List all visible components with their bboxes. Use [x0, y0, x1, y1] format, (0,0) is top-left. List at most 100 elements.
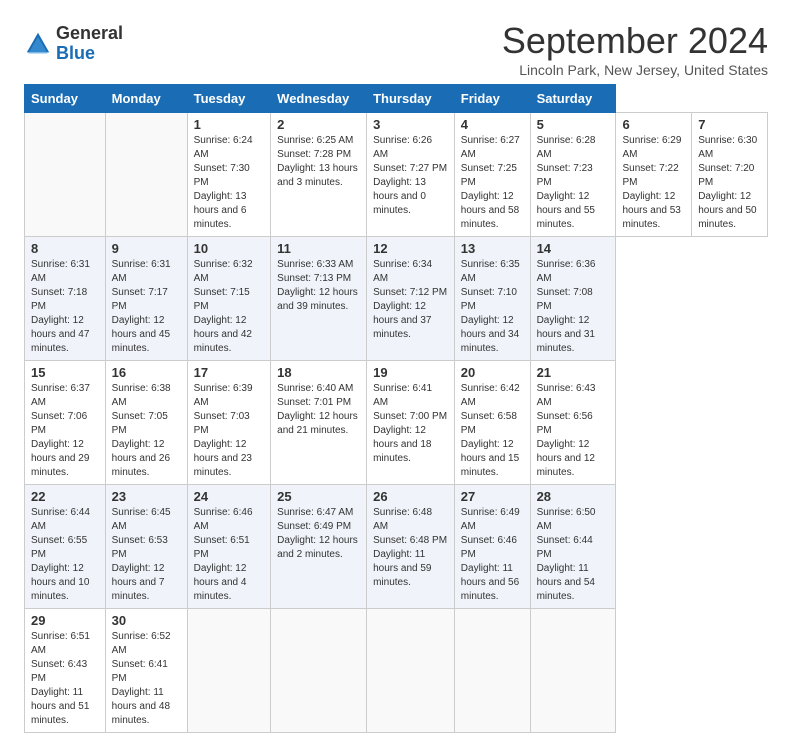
calendar-cell: 16 Sunrise: 6:38 AM Sunset: 7:05 PM Dayl… [105, 361, 187, 485]
day-info: Sunrise: 6:49 AM Sunset: 6:46 PM Dayligh… [461, 506, 524, 604]
day-number: 21 [537, 365, 610, 380]
calendar-cell: 14 Sunrise: 6:36 AM Sunset: 7:08 PM Dayl… [530, 237, 616, 361]
calendar-cell [271, 609, 367, 733]
day-info: Sunrise: 6:31 AM Sunset: 7:18 PM Dayligh… [31, 258, 99, 356]
day-info: Sunrise: 6:36 AM Sunset: 7:08 PM Dayligh… [537, 258, 610, 356]
day-number: 4 [461, 117, 524, 132]
calendar-cell: 26 Sunrise: 6:48 AM Sunset: 6:48 PM Dayl… [367, 485, 455, 609]
calendar-cell [530, 609, 616, 733]
weekday-header-tuesday: Tuesday [187, 85, 271, 113]
day-number: 23 [112, 489, 181, 504]
day-info: Sunrise: 6:47 AM Sunset: 6:49 PM Dayligh… [277, 506, 360, 562]
calendar-cell: 22 Sunrise: 6:44 AM Sunset: 6:55 PM Dayl… [25, 485, 106, 609]
day-number: 28 [537, 489, 610, 504]
day-number: 26 [373, 489, 448, 504]
calendar-table: SundayMondayTuesdayWednesdayThursdayFrid… [24, 84, 768, 733]
day-info: Sunrise: 6:31 AM Sunset: 7:17 PM Dayligh… [112, 258, 181, 356]
day-info: Sunrise: 6:28 AM Sunset: 7:23 PM Dayligh… [537, 134, 610, 232]
day-number: 3 [373, 117, 448, 132]
calendar-cell: 23 Sunrise: 6:45 AM Sunset: 6:53 PM Dayl… [105, 485, 187, 609]
day-info: Sunrise: 6:32 AM Sunset: 7:15 PM Dayligh… [194, 258, 265, 356]
day-info: Sunrise: 6:48 AM Sunset: 6:48 PM Dayligh… [373, 506, 448, 590]
weekday-header-sunday: Sunday [25, 85, 106, 113]
day-info: Sunrise: 6:51 AM Sunset: 6:43 PM Dayligh… [31, 630, 99, 728]
calendar-cell: 8 Sunrise: 6:31 AM Sunset: 7:18 PM Dayli… [25, 237, 106, 361]
weekday-header-saturday: Saturday [530, 85, 616, 113]
day-info: Sunrise: 6:42 AM Sunset: 6:58 PM Dayligh… [461, 382, 524, 480]
day-info: Sunrise: 6:37 AM Sunset: 7:06 PM Dayligh… [31, 382, 99, 480]
calendar-week-3: 15 Sunrise: 6:37 AM Sunset: 7:06 PM Dayl… [25, 361, 768, 485]
weekday-header-thursday: Thursday [367, 85, 455, 113]
day-info: Sunrise: 6:50 AM Sunset: 6:44 PM Dayligh… [537, 506, 610, 604]
calendar-cell: 19 Sunrise: 6:41 AM Sunset: 7:00 PM Dayl… [367, 361, 455, 485]
calendar-cell: 1 Sunrise: 6:24 AM Sunset: 7:30 PM Dayli… [187, 113, 271, 237]
calendar-cell [105, 113, 187, 237]
calendar-cell: 18 Sunrise: 6:40 AM Sunset: 7:01 PM Dayl… [271, 361, 367, 485]
day-info: Sunrise: 6:33 AM Sunset: 7:13 PM Dayligh… [277, 258, 360, 314]
location-title: Lincoln Park, New Jersey, United States [502, 62, 768, 78]
weekday-header-friday: Friday [454, 85, 530, 113]
calendar-cell: 20 Sunrise: 6:42 AM Sunset: 6:58 PM Dayl… [454, 361, 530, 485]
logo-line1: General [56, 24, 123, 44]
calendar-week-4: 22 Sunrise: 6:44 AM Sunset: 6:55 PM Dayl… [25, 485, 768, 609]
day-info: Sunrise: 6:29 AM Sunset: 7:22 PM Dayligh… [622, 134, 685, 232]
day-number: 11 [277, 241, 360, 256]
calendar-cell: 13 Sunrise: 6:35 AM Sunset: 7:10 PM Dayl… [454, 237, 530, 361]
weekday-header-monday: Monday [105, 85, 187, 113]
day-number: 1 [194, 117, 265, 132]
day-number: 29 [31, 613, 99, 628]
calendar-cell: 4 Sunrise: 6:27 AM Sunset: 7:25 PM Dayli… [454, 113, 530, 237]
day-number: 9 [112, 241, 181, 256]
day-number: 12 [373, 241, 448, 256]
calendar-week-1: 1 Sunrise: 6:24 AM Sunset: 7:30 PM Dayli… [25, 113, 768, 237]
calendar-cell: 17 Sunrise: 6:39 AM Sunset: 7:03 PM Dayl… [187, 361, 271, 485]
day-info: Sunrise: 6:34 AM Sunset: 7:12 PM Dayligh… [373, 258, 448, 342]
day-info: Sunrise: 6:40 AM Sunset: 7:01 PM Dayligh… [277, 382, 360, 438]
day-number: 18 [277, 365, 360, 380]
day-info: Sunrise: 6:39 AM Sunset: 7:03 PM Dayligh… [194, 382, 265, 480]
calendar-cell: 12 Sunrise: 6:34 AM Sunset: 7:12 PM Dayl… [367, 237, 455, 361]
day-number: 22 [31, 489, 99, 504]
day-number: 14 [537, 241, 610, 256]
calendar-cell: 15 Sunrise: 6:37 AM Sunset: 7:06 PM Dayl… [25, 361, 106, 485]
calendar-cell: 7 Sunrise: 6:30 AM Sunset: 7:20 PM Dayli… [692, 113, 768, 237]
calendar-cell [25, 113, 106, 237]
day-number: 5 [537, 117, 610, 132]
day-number: 8 [31, 241, 99, 256]
calendar-week-2: 8 Sunrise: 6:31 AM Sunset: 7:18 PM Dayli… [25, 237, 768, 361]
day-info: Sunrise: 6:46 AM Sunset: 6:51 PM Dayligh… [194, 506, 265, 604]
day-info: Sunrise: 6:25 AM Sunset: 7:28 PM Dayligh… [277, 134, 360, 190]
day-number: 13 [461, 241, 524, 256]
day-info: Sunrise: 6:44 AM Sunset: 6:55 PM Dayligh… [31, 506, 99, 604]
day-number: 19 [373, 365, 448, 380]
calendar-cell: 24 Sunrise: 6:46 AM Sunset: 6:51 PM Dayl… [187, 485, 271, 609]
calendar-cell: 28 Sunrise: 6:50 AM Sunset: 6:44 PM Dayl… [530, 485, 616, 609]
weekday-header-row: SundayMondayTuesdayWednesdayThursdayFrid… [25, 85, 768, 113]
weekday-header-wednesday: Wednesday [271, 85, 367, 113]
day-number: 10 [194, 241, 265, 256]
calendar-cell: 11 Sunrise: 6:33 AM Sunset: 7:13 PM Dayl… [271, 237, 367, 361]
title-area: September 2024 Lincoln Park, New Jersey,… [502, 20, 768, 78]
day-info: Sunrise: 6:43 AM Sunset: 6:56 PM Dayligh… [537, 382, 610, 480]
day-number: 25 [277, 489, 360, 504]
calendar-cell: 30 Sunrise: 6:52 AM Sunset: 6:41 PM Dayl… [105, 609, 187, 733]
calendar-cell [454, 609, 530, 733]
calendar-cell [187, 609, 271, 733]
day-number: 15 [31, 365, 99, 380]
day-info: Sunrise: 6:35 AM Sunset: 7:10 PM Dayligh… [461, 258, 524, 356]
header: General Blue September 2024 Lincoln Park… [24, 20, 768, 78]
day-info: Sunrise: 6:24 AM Sunset: 7:30 PM Dayligh… [194, 134, 265, 232]
day-info: Sunrise: 6:52 AM Sunset: 6:41 PM Dayligh… [112, 630, 181, 728]
day-info: Sunrise: 6:38 AM Sunset: 7:05 PM Dayligh… [112, 382, 181, 480]
calendar-cell: 3 Sunrise: 6:26 AM Sunset: 7:27 PM Dayli… [367, 113, 455, 237]
calendar-cell: 9 Sunrise: 6:31 AM Sunset: 7:17 PM Dayli… [105, 237, 187, 361]
day-number: 7 [698, 117, 761, 132]
calendar-cell: 6 Sunrise: 6:29 AM Sunset: 7:22 PM Dayli… [616, 113, 692, 237]
calendar-cell: 25 Sunrise: 6:47 AM Sunset: 6:49 PM Dayl… [271, 485, 367, 609]
logo: General Blue [24, 24, 123, 64]
logo-line2: Blue [56, 44, 123, 64]
calendar-cell [367, 609, 455, 733]
month-title: September 2024 [502, 20, 768, 62]
calendar-cell: 27 Sunrise: 6:49 AM Sunset: 6:46 PM Dayl… [454, 485, 530, 609]
day-info: Sunrise: 6:45 AM Sunset: 6:53 PM Dayligh… [112, 506, 181, 604]
